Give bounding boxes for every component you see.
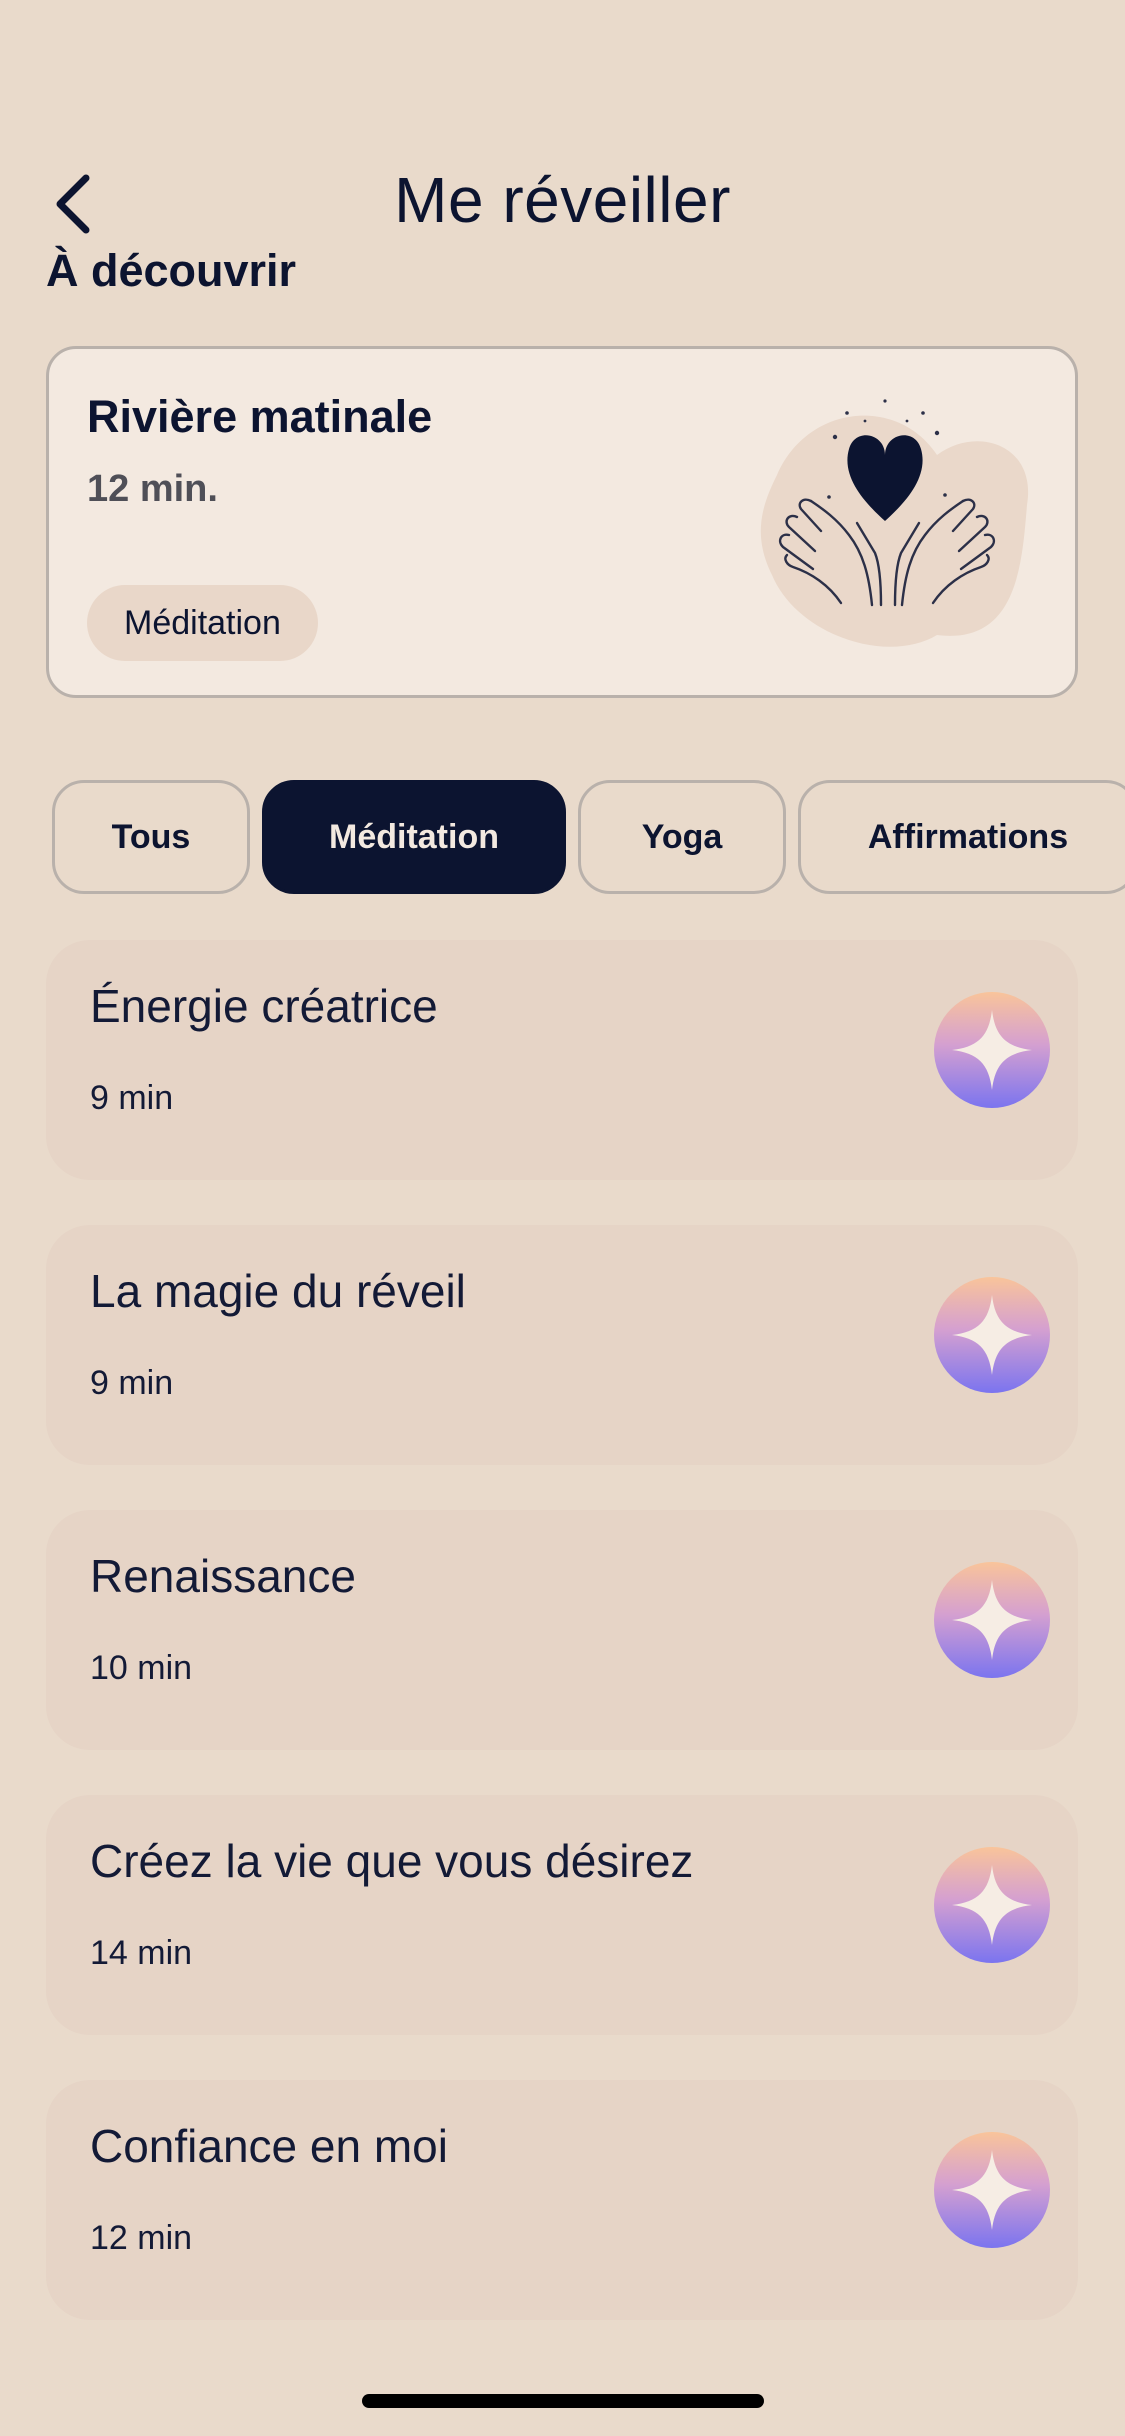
session-duration: 14 min — [90, 1934, 193, 1972]
sparkle-icon — [934, 1277, 1050, 1393]
featured-title: Rivière matinale — [87, 391, 433, 442]
featured-card[interactable]: Rivière matinale 12 min. Méditation — [46, 346, 1078, 698]
page-title: Me réveiller — [394, 164, 731, 236]
featured-duration: 12 min. — [87, 468, 218, 510]
category-tabs: Tous Méditation Yoga Affirmations — [52, 780, 1125, 894]
tab-meditation[interactable]: Méditation — [262, 780, 566, 894]
tab-label: Affirmations — [867, 817, 1069, 856]
session-card[interactable]: Énergie créatrice 9 min — [46, 940, 1078, 1180]
home-indicator[interactable] — [362, 2394, 764, 2408]
session-title: Renaissance — [90, 1550, 356, 1602]
session-duration: 9 min — [90, 1079, 174, 1117]
tab-tous[interactable]: Tous — [52, 780, 250, 894]
session-card[interactable]: Renaissance 10 min — [46, 1510, 1078, 1750]
session-card[interactable]: La magie du réveil 9 min — [46, 1225, 1078, 1465]
session-title: Confiance en moi — [90, 2120, 448, 2172]
session-title: La magie du réveil — [90, 1265, 466, 1317]
sparkle-icon — [934, 2132, 1050, 2248]
session-card[interactable]: Confiance en moi 12 min — [46, 2080, 1078, 2320]
session-title: Énergie créatrice — [90, 980, 438, 1032]
hands-holding-heart-icon — [760, 399, 1029, 647]
tab-label: Tous — [111, 817, 191, 856]
session-duration: 10 min — [90, 1649, 193, 1687]
featured-tag: Méditation — [87, 585, 318, 661]
session-duration: 12 min — [90, 2219, 193, 2257]
session-card[interactable]: Créez la vie que vous désirez 14 min — [46, 1795, 1078, 2035]
tab-yoga[interactable]: Yoga — [578, 780, 786, 894]
session-duration: 9 min — [90, 1364, 174, 1402]
sparkle-icon — [934, 1847, 1050, 1963]
sparkle-icon — [934, 1562, 1050, 1678]
section-title: À découvrir — [46, 245, 297, 296]
tab-affirmations[interactable]: Affirmations — [798, 780, 1125, 894]
tab-label: Méditation — [329, 817, 499, 856]
session-title: Créez la vie que vous désirez — [90, 1835, 694, 1887]
sparkle-icon — [934, 992, 1050, 1108]
tab-label: Yoga — [641, 817, 723, 856]
